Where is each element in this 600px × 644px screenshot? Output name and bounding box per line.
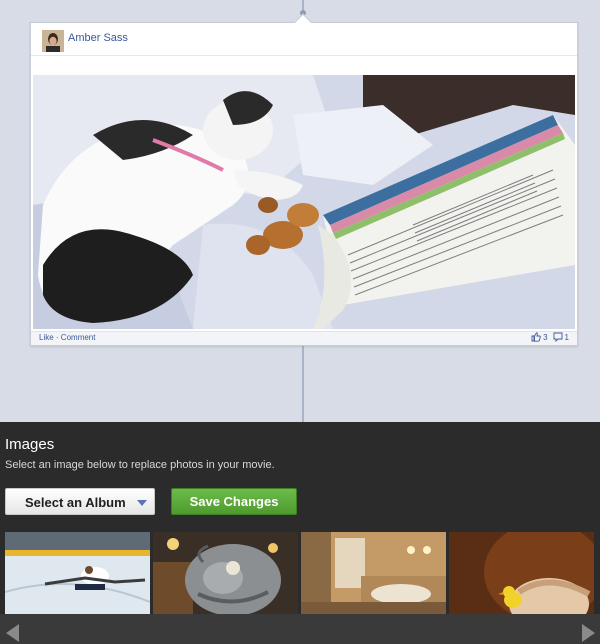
thumbnail-strip [5,532,600,616]
post-header: Amber Sass [31,23,577,56]
post-actions: Like · Comment [39,333,95,342]
like-icon [531,332,541,342]
like-count-value: 3 [543,332,548,342]
post-card: Amber Sass Like · Comment 3 1 [30,22,578,346]
thumb-stone-lion[interactable] [153,532,298,616]
panel-title: Images [5,436,55,453]
like-link[interactable]: Like [39,333,54,342]
avatar[interactable] [42,30,64,52]
thumbnail-scrollbar [0,614,600,644]
post-photo-cat-book[interactable] [33,75,575,329]
arrow-left-icon[interactable] [6,624,19,642]
panel-subtitle: Select an image below to replace photos … [5,459,275,471]
action-separator: · [53,333,61,342]
thumb-child-duck[interactable] [449,532,594,616]
thumb-bathroom[interactable] [301,532,446,616]
comment-count-value: 1 [564,332,569,342]
post-footer: Like · Comment 3 1 [31,331,577,345]
arrow-right-icon[interactable] [582,624,595,642]
comment-link[interactable]: Comment [61,333,96,342]
thumb-ice-skater[interactable] [5,532,150,616]
chevron-down-icon [137,500,147,506]
comment-icon [553,332,563,342]
save-changes-label: Save Changes [189,494,279,509]
like-count[interactable]: 3 [531,332,548,342]
save-changes-button[interactable]: Save Changes [171,488,297,515]
select-album-dropdown[interactable]: Select an Album [5,488,155,515]
images-panel: Images Select an image below to replace … [0,422,600,644]
select-album-label: Select an Album [25,495,126,510]
author-name-link[interactable]: Amber Sass [68,32,128,44]
post-counts: 3 1 [531,332,569,342]
comment-count[interactable]: 1 [553,332,569,342]
